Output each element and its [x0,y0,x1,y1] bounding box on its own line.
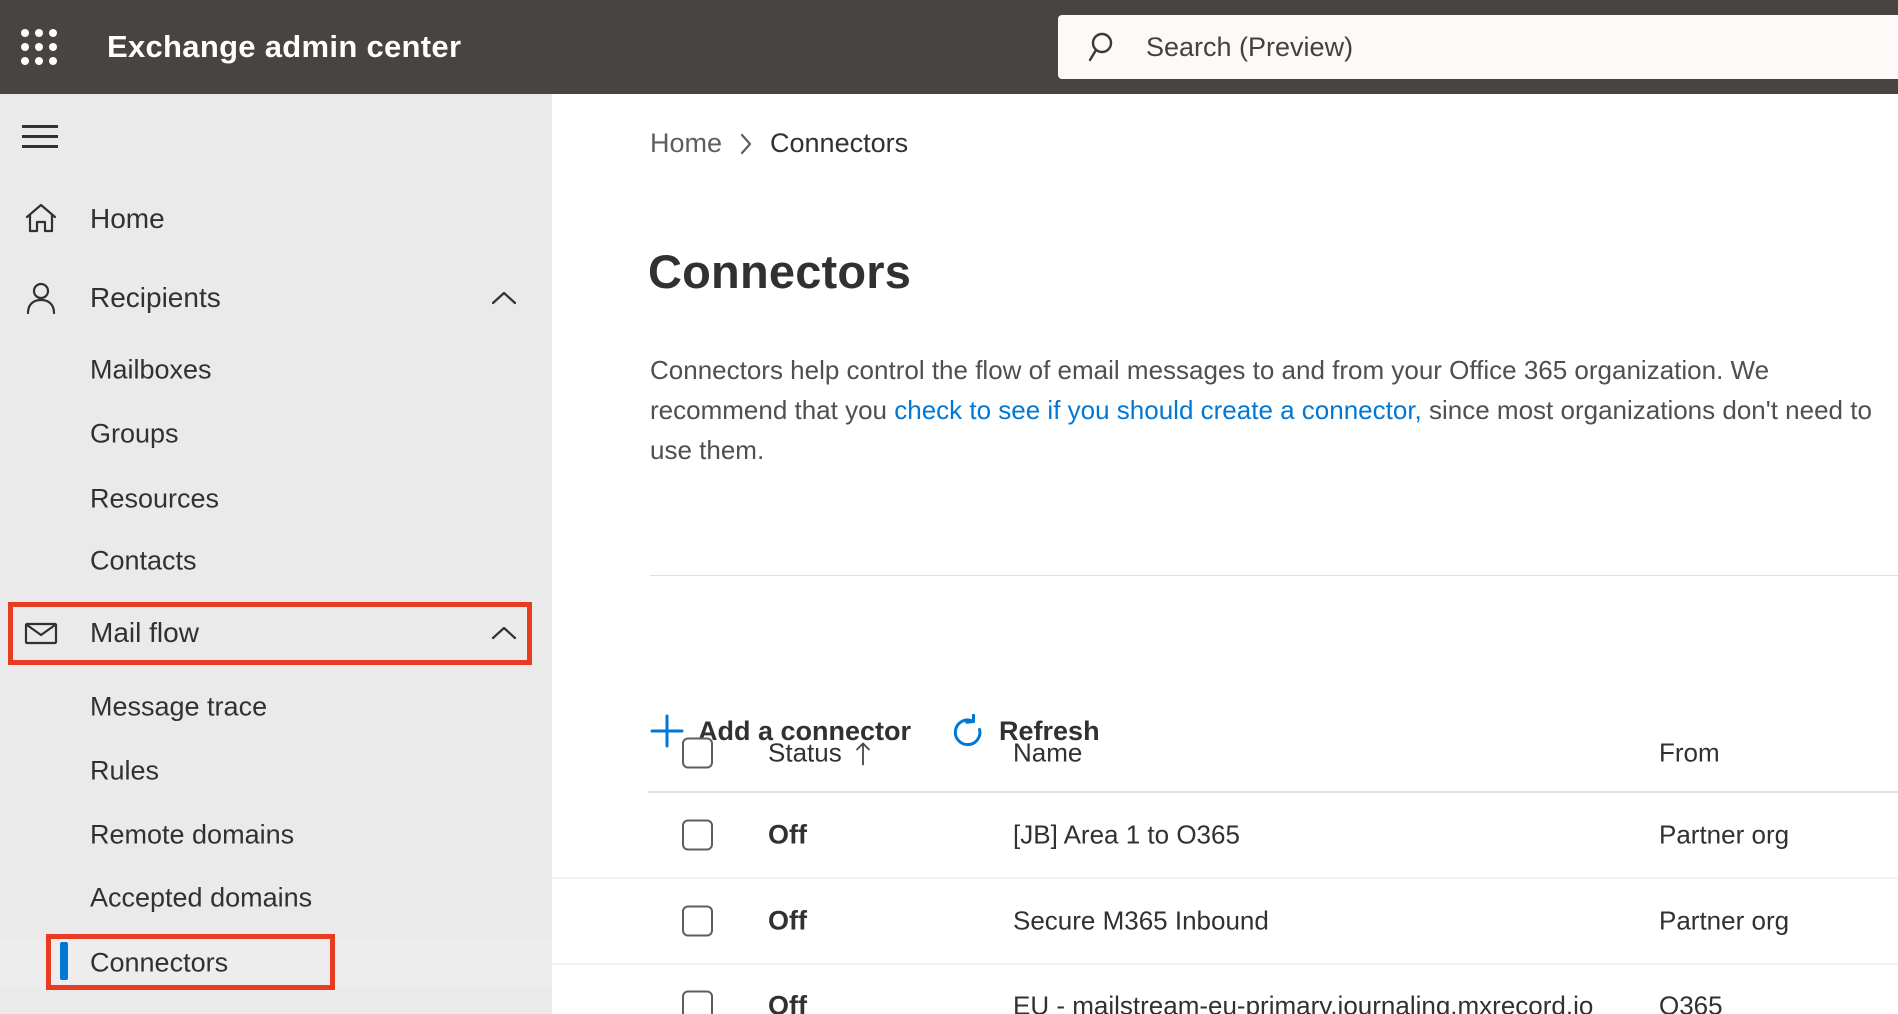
breadcrumb-current: Connectors [770,128,909,158]
chevron-up-icon[interactable] [490,625,518,641]
sidebar-item-label: Contacts [90,545,197,576]
sidebar-item-label: Home [90,203,165,234]
cell-status: Off [768,905,807,936]
sidebar-item-label: Accepted domains [90,882,313,913]
mail-icon [24,622,58,645]
cell-name[interactable]: [JB] Area 1 to O365 [1013,820,1240,851]
cell-from: O365 [1659,990,1723,1014]
chevron-right-icon [740,133,752,154]
search-icon [1088,32,1113,62]
table-row[interactable]: Off [JB] Area 1 to O365 Partner org [552,793,1898,879]
sort-ascending-icon [855,742,870,765]
sidebar-item-home[interactable]: Home [0,195,552,243]
sidebar-item-label: Rules [90,755,160,786]
sidebar-item-mail-flow[interactable]: Mail flow [0,609,552,657]
sidebar-item-remote-domains[interactable]: Remote domains [0,811,552,859]
cell-from: Partner org [1659,905,1790,936]
sidebar-item-connectors[interactable]: Connectors [0,939,552,987]
sidebar-item-label: Message trace [90,691,268,722]
cell-status: Off [768,819,807,850]
sidebar-item-label: Mailboxes [90,354,212,385]
breadcrumb: Home Connectors [650,128,908,159]
column-header-status[interactable]: Status [768,738,872,769]
select-all-checkbox[interactable] [682,737,713,769]
cell-name[interactable]: EU - mailstream-eu-primary.journaling.mx… [1013,991,1593,1014]
row-checkbox[interactable] [682,819,713,851]
person-icon [26,282,56,315]
page-description: Connectors help control the flow of emai… [650,350,1898,470]
chevron-up-icon[interactable] [490,290,518,306]
search-input[interactable] [1146,31,1746,63]
toolbar-divider [650,575,1898,576]
table-header-row: Status Name From [552,723,1898,783]
page-title: Connectors [648,245,912,298]
sidebar-item-mailboxes[interactable]: Mailboxes [0,346,552,394]
sidebar-item-label: Mail flow [90,617,199,648]
top-bar: Exchange admin center [0,0,1898,94]
home-icon [25,203,57,233]
sidebar-item-rules[interactable]: Rules [0,747,552,795]
sidebar-item-resources[interactable]: Resources [0,475,552,523]
sidebar-item-groups[interactable]: Groups [0,410,552,458]
cell-from: Partner org [1659,819,1790,850]
cell-name[interactable]: Secure M365 Inbound [1013,906,1269,937]
column-header-from[interactable]: From [1659,738,1720,769]
column-header-name[interactable]: Name [1013,738,1082,769]
sidebar-item-recipients[interactable]: Recipients [0,274,552,322]
selected-indicator-bar [60,942,68,980]
sidebar-item-label: Connectors [90,947,229,978]
sidebar-item-label: Recipients [90,282,221,313]
column-header-label: Name [1013,737,1083,768]
sidebar-item-contacts[interactable]: Contacts [0,537,552,585]
sidebar-item-accepted-domains[interactable]: Accepted domains [0,874,552,922]
sidebar-item-label: Remote domains [90,819,295,850]
app-launcher-icon[interactable] [20,28,58,66]
sidebar-item-label: Resources [90,483,220,514]
table-row[interactable]: Off EU - mailstream-eu-primary.journalin… [552,963,1898,1014]
cell-status: Off [768,990,807,1014]
sidebar-item-message-trace[interactable]: Message trace [0,683,552,731]
app-title: Exchange admin center [107,29,462,64]
create-connector-link[interactable]: check to see if you should create a conn… [894,395,1422,425]
table-row[interactable]: Off Secure M365 Inbound Partner org [552,879,1898,965]
row-checkbox[interactable] [682,905,713,937]
sidebar: Home Recipients Mailboxes Groups Resourc… [0,94,552,1014]
search-box[interactable] [1058,15,1898,79]
main-content: Home Connectors Connectors Connectors he… [552,94,1898,1014]
menu-toggle-icon[interactable] [22,125,58,149]
row-checkbox[interactable] [682,990,713,1014]
column-header-label: Status [768,737,842,768]
column-header-label: From [1659,737,1720,768]
breadcrumb-home[interactable]: Home [650,128,722,159]
sidebar-item-label: Groups [90,418,179,449]
